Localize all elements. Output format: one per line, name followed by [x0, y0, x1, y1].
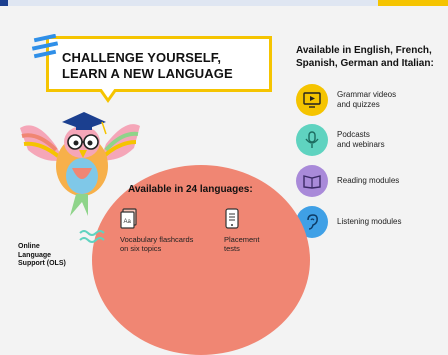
top-accent-blue [0, 0, 8, 6]
flashcards-item: Aa Vocabulary flashcards on six topics [120, 208, 193, 253]
feature-label: Podcasts and webinars [337, 130, 385, 149]
feature-label: Listening modules [337, 217, 402, 226]
feature-listening: Listening modules [296, 206, 401, 238]
languages-title: Available in 24 languages: [128, 184, 253, 195]
feature-label: Reading modules [337, 176, 400, 185]
flashcard-icon: Aa [120, 208, 137, 229]
feature-reading: Reading modules [296, 165, 399, 197]
headline-line-1: CHALLENGE YOURSELF, [62, 50, 222, 65]
tablet-icon [225, 208, 239, 229]
waves-icon [79, 230, 105, 243]
feature-podcasts: Podcasts and webinars [296, 124, 385, 156]
headline: CHALLENGE YOURSELF, LEARN A NEW LANGUAGE [62, 50, 272, 82]
ols-label: Online Language Support (OLS) [18, 243, 66, 267]
top-accent-light [8, 0, 378, 6]
headline-line-2: LEARN A NEW LANGUAGE [62, 66, 233, 81]
feature-label: Grammar videos and quizzes [337, 90, 397, 109]
placement-tests-item: Placement tests [224, 208, 259, 253]
available-langs-title: Available in English, French, Spanish, G… [296, 45, 434, 69]
top-accent-yellow [378, 0, 448, 6]
svg-text:Aa: Aa [124, 219, 132, 225]
stripes-icon [31, 34, 59, 59]
feature-grammar: Grammar videos and quizzes [296, 84, 396, 116]
placement-tests-label: Placement tests [224, 235, 260, 253]
video-icon [296, 84, 328, 116]
book-icon [296, 165, 328, 197]
flashcards-label: Vocabulary flashcards on six topics [120, 235, 194, 253]
microphone-icon [296, 124, 328, 156]
